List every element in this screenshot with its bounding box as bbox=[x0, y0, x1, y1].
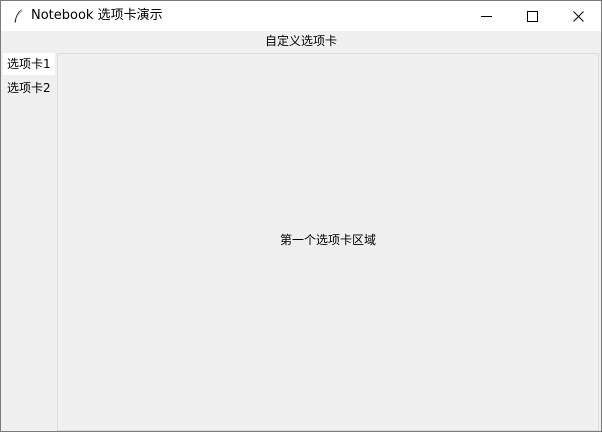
title-bar[interactable]: Notebook 选项卡演示 bbox=[1, 1, 601, 31]
tab-content-label: 第一个选项卡区域 bbox=[279, 233, 376, 247]
minimize-button[interactable] bbox=[463, 1, 509, 31]
maximize-button[interactable] bbox=[509, 1, 555, 31]
app-window: Notebook 选项卡演示 自定义选项卡 选项卡1 选项卡2 第一个选项卡区域 bbox=[0, 0, 602, 432]
maximize-icon bbox=[527, 11, 538, 22]
minimize-icon bbox=[481, 16, 492, 17]
tab-1[interactable]: 选项卡1 bbox=[3, 53, 55, 75]
window-title: Notebook 选项卡演示 bbox=[31, 8, 163, 23]
tab-content-pane: 第一个选项卡区域 bbox=[57, 53, 599, 431]
close-button[interactable] bbox=[555, 1, 601, 31]
tab-strip: 选项卡1 选项卡2 bbox=[1, 53, 57, 431]
tab-2[interactable]: 选项卡2 bbox=[3, 77, 55, 99]
notebook-header-label: 自定义选项卡 bbox=[264, 34, 337, 48]
close-icon bbox=[573, 11, 584, 22]
feather-icon bbox=[10, 8, 26, 24]
